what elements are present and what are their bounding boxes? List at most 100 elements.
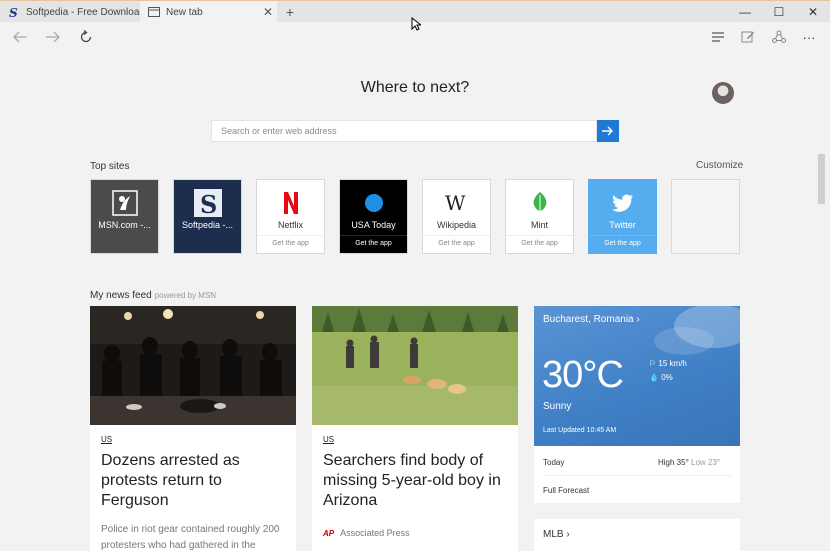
full-forecast-link[interactable]: Full Forecast [543, 486, 589, 495]
back-button[interactable] [9, 26, 31, 48]
divider [589, 235, 656, 236]
scrollbar-thumb[interactable] [818, 154, 825, 204]
divider [543, 475, 731, 476]
site-name: MSN.com -... [98, 220, 151, 230]
get-the-app-link[interactable]: Get the app [257, 240, 324, 247]
close-tab-button[interactable]: ✕ [259, 5, 277, 19]
high-low: High 35° Low 23° [658, 458, 720, 467]
city-name: Bucharest, Romania [543, 314, 634, 325]
wind-value: 15 km/h [658, 359, 687, 368]
web-note-button[interactable] [737, 26, 759, 48]
precipitation: 💧 0% [649, 373, 673, 382]
top-site-usa-today[interactable]: USA Today Get the app [339, 179, 408, 254]
news-photo-protest [90, 306, 296, 425]
weather-condition: Sunny [543, 401, 572, 412]
arrow-right-icon [602, 126, 613, 136]
new-tab-button[interactable]: + [282, 3, 298, 21]
msn-logo-icon [91, 188, 158, 218]
netflix-logo-icon [257, 188, 324, 218]
top-site-netflix[interactable]: Netflix Get the app [256, 179, 325, 254]
forward-arrow-icon [46, 31, 60, 43]
mouse-cursor-icon [411, 17, 421, 31]
divider [423, 235, 490, 236]
get-the-app-link[interactable]: Get the app [423, 240, 490, 247]
feed-title: My news feed [90, 290, 152, 301]
pen-icon [741, 31, 754, 43]
top-site-wikipedia[interactable]: W Wikipedia Get the app [422, 179, 491, 254]
precip-value: 0% [661, 373, 673, 382]
news-photo-searchers [312, 306, 518, 425]
customize-link[interactable]: Customize [696, 160, 743, 171]
news-source: AP Associated Press [323, 528, 410, 538]
twitter-bird-icon [589, 188, 656, 218]
maximize-button[interactable]: ☐ [762, 1, 796, 23]
usa-today-logo-icon [340, 188, 407, 218]
new-tab-page: Where to next? Search or enter web addre… [4, 52, 826, 551]
avatar[interactable] [712, 82, 734, 104]
search-go-button[interactable] [597, 120, 619, 142]
site-name: Twitter [609, 220, 636, 230]
category-tag[interactable]: US [323, 435, 334, 444]
news-headline[interactable]: Searchers find body of missing 5-year-ol… [323, 451, 513, 511]
site-name: Softpedia -... [181, 220, 234, 230]
news-headline[interactable]: Dozens arrested as protests return to Fe… [101, 451, 291, 511]
get-the-app-link[interactable]: Get the app [340, 240, 407, 247]
top-site-twitter[interactable]: Twitter Get the app [588, 179, 657, 254]
top-site-empty-slot[interactable] [671, 179, 740, 254]
tab-softpedia[interactable]: S Softpedia - Free Downloads [0, 1, 140, 23]
search-input[interactable]: Search or enter web address [211, 120, 597, 142]
divider [506, 235, 573, 236]
top-site-softpedia[interactable]: S Softpedia -... [173, 179, 242, 254]
tab-new-tab[interactable]: New tab ✕ [140, 1, 277, 23]
softpedia-logo-icon: S [174, 188, 241, 218]
get-the-app-link[interactable]: Get the app [589, 240, 656, 247]
divider [257, 235, 324, 236]
high-temp: High 35° [658, 458, 689, 467]
site-name: USA Today [351, 220, 396, 230]
top-sites-label: Top sites [90, 161, 130, 172]
weather-card[interactable]: Bucharest, Romania › 30°C ⚐ 15 km/h 💧 0%… [534, 306, 740, 503]
wikipedia-logo-icon: W [423, 188, 490, 218]
site-name: Wikipedia [436, 220, 476, 230]
svg-text:S: S [9, 6, 18, 18]
scrollbar[interactable] [817, 107, 826, 551]
category-tag[interactable]: US [101, 435, 112, 444]
forward-button[interactable] [42, 26, 64, 48]
news-snippet: Police in riot gear contained roughly 20… [101, 524, 280, 551]
news-card[interactable]: US Searchers find body of missing 5-year… [312, 306, 518, 551]
site-name: Mint [530, 220, 548, 230]
more-button[interactable]: ··· [798, 26, 820, 48]
weather-panel: Bucharest, Romania › 30°C ⚐ 15 km/h 💧 0%… [534, 306, 740, 446]
close-window-button[interactable]: ✕ [796, 1, 830, 23]
mlb-card[interactable]: MLB › [534, 519, 740, 551]
refresh-button[interactable] [75, 26, 97, 48]
refresh-icon [80, 30, 92, 43]
weather-location[interactable]: Bucharest, Romania › [543, 314, 640, 325]
hub-button[interactable] [707, 26, 729, 48]
softpedia-logo-icon: S [8, 6, 20, 18]
today-label: Today [543, 458, 565, 467]
hub-icon [712, 32, 724, 42]
source-name: Associated Press [340, 528, 410, 538]
top-site-msn[interactable]: MSN.com -... [90, 179, 159, 254]
share-icon [772, 30, 786, 43]
mlb-label: MLB [543, 529, 564, 540]
svg-text:S: S [200, 190, 217, 217]
minimize-button[interactable]: — [728, 1, 762, 23]
divider [340, 235, 407, 236]
news-feed-label: My news feed powered by MSN [90, 290, 216, 301]
tab-title: Softpedia - Free Downloads [26, 6, 140, 18]
site-name: Netflix [277, 220, 303, 230]
get-the-app-link[interactable]: Get the app [506, 240, 573, 247]
share-button[interactable] [768, 26, 790, 48]
low-temp: Low 23° [691, 458, 721, 467]
mint-leaf-icon [506, 188, 573, 218]
news-card[interactable]: US Dozens arrested as protests return to… [90, 306, 296, 551]
last-updated: Last Updated 10:45 AM [543, 427, 617, 434]
wind-speed: ⚐ 15 km/h [649, 359, 687, 368]
tab-title: New tab [166, 6, 203, 18]
top-site-mint[interactable]: Mint Get the app [505, 179, 574, 254]
powered-by-label: powered by MSN [154, 291, 217, 300]
ap-logo-icon: AP [323, 528, 335, 538]
svg-text:W: W [445, 193, 466, 213]
